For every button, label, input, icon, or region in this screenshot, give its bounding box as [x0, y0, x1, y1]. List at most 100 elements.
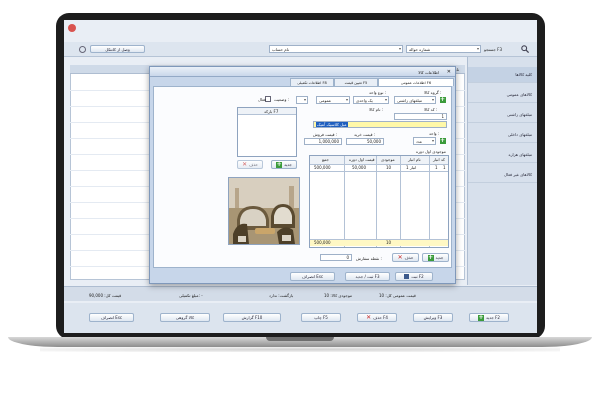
status-extra-select[interactable]: ▾: [296, 96, 308, 104]
sidebar-item-label: مبلغهای هزاره: [508, 152, 532, 157]
sidebar-item-all[interactable]: کلیه کالاها: [468, 67, 537, 83]
product-photo[interactable]: [228, 177, 300, 245]
code-label: کد کالا :: [424, 107, 438, 112]
chevron-down-icon: ▾: [431, 97, 434, 102]
unit-type-select[interactable]: یک واحدی ▾: [353, 96, 389, 104]
item-dialog: اطلاعات کالا ✕ اطلاعات عمومی F6 تعیین قی…: [149, 66, 456, 284]
col-divider: [376, 156, 377, 247]
code-input-value: 1: [441, 114, 444, 119]
sidebar-item-comfort[interactable]: مبلغهای زاشتی: [468, 107, 537, 123]
save-icon: [404, 274, 410, 279]
chevron-down-icon: ▾: [345, 97, 348, 102]
delete-barcode-button[interactable]: ✕ حذف: [237, 160, 263, 169]
sell-price-label: قیمت فروش :: [313, 132, 338, 137]
name-input[interactable]: مبل کلاسیک آنتیک: [313, 121, 447, 128]
chevron-down-icon: ▾: [303, 97, 306, 102]
summary-item: مبلغ تکمیلی: -: [179, 293, 203, 298]
footer-toolbar: + جدید F2 ویرایش F3 ✕ حذف F4 چاپ F5 گزارش …: [64, 303, 537, 333]
cancel-app-button-label: انصراف Esc: [100, 315, 123, 320]
report-button[interactable]: گزارش F10: [223, 313, 281, 322]
plus-icon: +: [439, 137, 446, 144]
summary-item: موجودی کالا: 10: [324, 293, 353, 298]
add-barcode-label: جدید: [284, 162, 292, 167]
opening-stock-header: [310, 156, 448, 164]
tab-label: اطلاعات تکمیلی F8: [297, 80, 327, 85]
unit-select[interactable]: عدد ▾: [413, 137, 436, 145]
row-marker: 1: [443, 165, 446, 170]
delete-record-button[interactable]: ✕ حذف F4: [357, 313, 397, 322]
refresh-icon[interactable]: [79, 46, 86, 53]
tab-general-info[interactable]: اطلاعات عمومی F6: [378, 78, 454, 86]
order-point-label: نقطه سفارش :: [356, 256, 382, 261]
edit-record-button[interactable]: ویرایش F3: [413, 313, 453, 322]
chevron-down-icon: ▾: [398, 46, 401, 51]
sell-price-input[interactable]: 1,000,000: [304, 138, 342, 145]
dialog-cancel-button[interactable]: انصراف Esc: [290, 272, 335, 281]
col-header-warehouse: نام انبار: [408, 157, 421, 162]
sidebar-item-thousand[interactable]: مبلغهای هزاره: [468, 147, 537, 163]
sell-price-value: 1,000,000: [318, 139, 339, 144]
unit-type-select-value: یک واحدی: [356, 97, 373, 103]
group-label: گروه کالا :: [424, 90, 442, 95]
barcode-list-title: بارکد F7: [264, 109, 279, 114]
dialog-tabbar: اطلاعات عمومی F6 تعیین قیمت F5 اطلاعات ت…: [150, 77, 455, 86]
unit-select-value: عدد: [416, 138, 423, 144]
plus-icon: +: [439, 96, 446, 103]
add-barcode-button[interactable]: + جدید: [271, 160, 297, 169]
app-screen: جستجو F3 شماره حواله ▾ نام حساب ▾ وصل از…: [64, 20, 537, 333]
order-point-input[interactable]: 0: [320, 254, 352, 261]
summary-item: بازگشت: ندارد: [269, 293, 294, 298]
col-divider: [429, 156, 430, 247]
window-close-icon[interactable]: [68, 24, 76, 32]
delete-barcode-label: حذف: [249, 162, 258, 167]
search-icon[interactable]: [521, 45, 530, 54]
col-header-price: قیمت اول دوره: [349, 157, 375, 162]
delete-stock-row-button[interactable]: ✕ حذف: [392, 253, 419, 262]
total-qty: 10: [386, 240, 392, 245]
tab-pricing[interactable]: تعیین قیمت F5: [334, 78, 378, 86]
sidebar-item-label: مبلغهای داخلی: [507, 132, 532, 137]
buy-price-label: قیمت خرید :: [354, 132, 376, 137]
new-record-button[interactable]: + جدید F2: [469, 313, 509, 322]
laptop-notch: [266, 337, 334, 341]
buy-price-input[interactable]: 50,000: [346, 138, 384, 145]
save-new-button[interactable]: ثبت / جدید F3: [345, 272, 390, 281]
cell-qty: 10: [386, 165, 392, 170]
col-header-qty: موجودی: [381, 157, 395, 162]
add-unit-button[interactable]: +: [438, 137, 447, 145]
col-divider: [400, 156, 401, 247]
unit-type-label: نوع واحد :: [369, 90, 387, 95]
group-items-button-label: کالا گروهی: [175, 315, 195, 320]
dialog-close-icon[interactable]: ✕: [447, 69, 451, 75]
add-stock-row-button[interactable]: + جدید: [422, 253, 449, 262]
cell-total: 500,000: [314, 165, 331, 170]
sidebar-item-internal[interactable]: مبلغهای داخلی: [468, 127, 537, 143]
sidebar-item-label: کالاهای غیر فعال: [504, 172, 532, 177]
tab-extra-info[interactable]: اطلاعات تکمیلی F8: [290, 78, 334, 86]
search-filter-selector[interactable]: نام حساب ▾: [269, 45, 403, 53]
search-label: جستجو F3: [484, 47, 503, 52]
sidebar-item-general[interactable]: کالاهای عمومی: [468, 87, 537, 103]
summary-item: قیمت کل: 90,000: [89, 293, 122, 298]
add-group-button[interactable]: +: [438, 96, 447, 104]
dialog-body: گروه کالا : + مبلغهای زاشتی ▾ نوع واحد :…: [153, 86, 452, 268]
connect-button[interactable]: وصل از کانتکل: [90, 45, 145, 53]
group-select[interactable]: مبلغهای زاشتی ▾: [394, 96, 436, 104]
group-select-value: مبلغهای زاشتی: [397, 97, 423, 103]
save-button[interactable]: ثبت F2: [395, 272, 433, 281]
cancel-app-button[interactable]: انصراف Esc: [89, 313, 134, 322]
dialog-cancel-button-label: انصراف Esc: [301, 274, 324, 279]
summary-bar: قیمت عمومی کل: 10 موجودی کالا: 10 بازگشت…: [64, 286, 537, 301]
sidebar-item-inactive[interactable]: کالاهای غیر فعال: [468, 167, 537, 183]
dialog-titlebar: اطلاعات کالا ✕: [150, 67, 455, 77]
delete-icon: ✕: [366, 313, 372, 321]
col-header-sum: جمع: [322, 157, 329, 162]
code-input[interactable]: 1: [394, 113, 447, 120]
search-field-selector[interactable]: شماره حواله ▾: [406, 45, 481, 53]
category-type-select[interactable]: عمومی ▾: [316, 96, 350, 104]
group-items-button[interactable]: کالا گروهی: [160, 313, 210, 322]
print-button[interactable]: چاپ F5: [301, 313, 341, 322]
chevron-down-icon: ▾: [431, 138, 434, 143]
delete-icon: ✕: [242, 160, 248, 168]
unit-label: واحد :: [429, 131, 440, 136]
